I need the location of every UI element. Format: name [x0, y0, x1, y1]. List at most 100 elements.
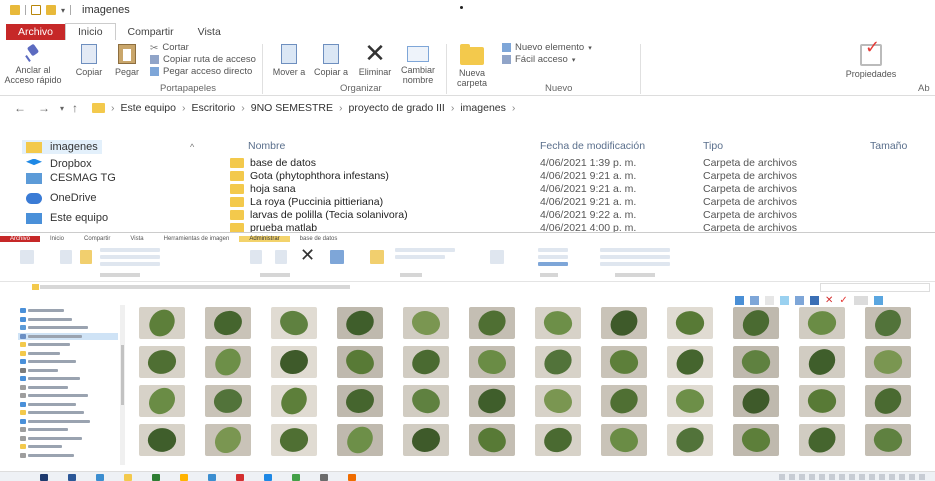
nav-item[interactable]: [28, 334, 82, 338]
thumbnail-item[interactable]: [596, 307, 652, 347]
copy-path-button[interactable]: [100, 255, 160, 259]
crumb-imagenes[interactable]: imagenes: [460, 102, 506, 114]
thumbnail-item[interactable]: [200, 424, 256, 464]
breadcrumb[interactable]: [40, 285, 350, 289]
column-header-name[interactable]: Nombre: [248, 140, 285, 152]
taskbar-app-icon[interactable]: [208, 474, 216, 481]
invert-selection-button[interactable]: [600, 262, 670, 266]
thumbnail-item[interactable]: [464, 346, 520, 386]
thumbnail-item[interactable]: [860, 346, 916, 386]
rename-icon[interactable]: [330, 250, 344, 264]
thumbnail-item[interactable]: [332, 385, 388, 425]
view-icon[interactable]: [735, 296, 744, 305]
delete-button[interactable]: ✕ Eliminar: [354, 40, 396, 77]
tab-administrar[interactable]: Administrar: [239, 235, 290, 242]
nav-item-este-equipo[interactable]: Este equipo: [26, 212, 108, 224]
thumbnail-item[interactable]: [266, 307, 322, 347]
taskbar-app-icon[interactable]: [292, 474, 300, 481]
thumbnail-item[interactable]: [596, 346, 652, 386]
crumb-proyecto[interactable]: proyecto de grado III: [349, 102, 445, 114]
column-header-type[interactable]: Tipo: [703, 140, 723, 152]
tab-vista[interactable]: Vista: [186, 24, 233, 40]
thumbnail-item[interactable]: [398, 424, 454, 464]
thumbnail-item[interactable]: [728, 385, 784, 425]
move-to-button[interactable]: Mover a: [270, 44, 308, 77]
thumbnail-item[interactable]: [860, 424, 916, 464]
move-icon[interactable]: [250, 250, 262, 264]
taskbar-app-icon[interactable]: [152, 474, 160, 481]
nav-item[interactable]: [28, 317, 72, 321]
taskbar-app-icon[interactable]: [320, 474, 328, 481]
clipboard-icon[interactable]: [80, 250, 92, 264]
nav-item[interactable]: [28, 360, 76, 363]
taskbar-app-icon[interactable]: [96, 474, 104, 481]
view-icon[interactable]: [765, 296, 774, 305]
new-item-button[interactable]: Nuevo elemento ▾: [502, 42, 592, 53]
select-all-button[interactable]: [600, 248, 670, 252]
nav-item[interactable]: [28, 377, 80, 380]
back-arrow-icon[interactable]: ←: [14, 101, 26, 115]
thumbnail-item[interactable]: [134, 307, 190, 347]
thumbnail-item[interactable]: [332, 307, 388, 347]
nav-item[interactable]: [28, 394, 88, 397]
pin-icon[interactable]: [20, 250, 34, 264]
thumbnail-item[interactable]: [860, 385, 916, 425]
customize-qat-icon[interactable]: ▾: [61, 6, 65, 15]
copy-path-button[interactable]: Copiar ruta de acceso: [150, 54, 256, 65]
nav-item-imagenes[interactable]: imagenes: [22, 140, 102, 154]
thumbnail-item[interactable]: [530, 346, 586, 386]
taskbar-app-icon[interactable]: [180, 474, 188, 481]
rename-button[interactable]: Cambiar nombre: [396, 44, 440, 85]
thumbnail-item[interactable]: [596, 424, 652, 464]
crumb-9no-semestre[interactable]: 9NO SEMESTRE: [251, 102, 333, 114]
thumbnail-item[interactable]: [662, 385, 718, 425]
new-folder-icon[interactable]: [370, 250, 384, 264]
view-icon[interactable]: [780, 296, 789, 305]
copy-to-button[interactable]: Copiar a: [312, 44, 350, 77]
tab-compartir[interactable]: Compartir: [74, 236, 120, 242]
nav-item[interactable]: [28, 411, 84, 414]
table-row[interactable]: larvas de polilla (Tecia solanivora) 4/0…: [230, 209, 930, 222]
table-row[interactable]: base de datos 4/06/2021 1:39 p. m. Carpe…: [230, 157, 930, 170]
properties-button[interactable]: Propiedades: [838, 42, 904, 79]
recent-dropdown-icon[interactable]: ▾: [60, 104, 64, 113]
properties-icon[interactable]: [490, 250, 504, 264]
nav-item-onedrive[interactable]: OneDrive: [26, 192, 96, 204]
tab-inicio[interactable]: Inicio: [65, 23, 116, 40]
thumbnail-item[interactable]: [134, 424, 190, 464]
search-input[interactable]: [820, 283, 930, 292]
thumbnail-item[interactable]: [398, 307, 454, 347]
nav-item[interactable]: [28, 402, 76, 406]
delete-x-icon[interactable]: ✕: [300, 246, 322, 264]
paste-shortcut-button[interactable]: [100, 262, 160, 266]
edit-button[interactable]: [538, 255, 568, 259]
thumbnail-item[interactable]: [398, 385, 454, 425]
taskbar-app-icon[interactable]: [40, 474, 48, 481]
nav-item[interactable]: [28, 428, 68, 431]
nav-item[interactable]: [28, 326, 88, 329]
crumb-este-equipo[interactable]: Este equipo: [121, 102, 176, 114]
thumbnail-item[interactable]: [200, 385, 256, 425]
nav-item[interactable]: [28, 419, 90, 423]
taskbar-app-icon[interactable]: [68, 474, 76, 481]
nav-scrollbar[interactable]: [120, 305, 125, 465]
thumbnail-item[interactable]: [860, 307, 916, 347]
thumbnail-item[interactable]: [398, 346, 454, 386]
thumbnail-item[interactable]: [794, 424, 850, 464]
taskbar-app-icon[interactable]: [264, 474, 272, 481]
nav-item[interactable]: [28, 453, 74, 457]
table-row[interactable]: Gota (phytophthora infestans) 4/06/2021 …: [230, 170, 930, 183]
cut-button[interactable]: [100, 248, 160, 252]
nav-item[interactable]: [28, 351, 60, 355]
taskbar-app-icon[interactable]: [124, 474, 132, 481]
up-arrow-icon[interactable]: ↑: [72, 101, 78, 115]
easy-access-button[interactable]: [395, 255, 445, 259]
nav-item[interactable]: [28, 343, 70, 346]
thumbnail-item[interactable]: [332, 424, 388, 464]
tab-herramientas-imagen[interactable]: Herramientas de imagen: [154, 236, 240, 242]
copy-icon[interactable]: [60, 250, 72, 264]
easy-access-button[interactable]: Fácil acceso ▾: [502, 54, 575, 65]
paste-button[interactable]: Pegar: [110, 44, 144, 77]
thumbnail-item[interactable]: [464, 424, 520, 464]
thumbnail-item[interactable]: [662, 307, 718, 347]
